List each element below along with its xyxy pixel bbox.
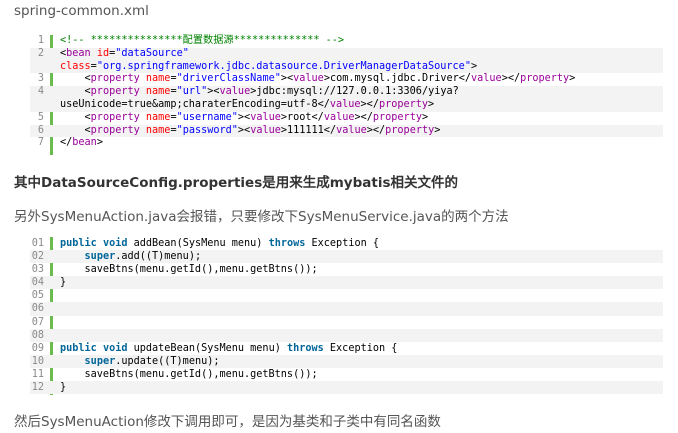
line-number: 01	[31, 238, 44, 249]
line-number: 03	[31, 264, 44, 276]
code-text: public void updateBean(SysMenu menu) thr…	[60, 342, 398, 354]
line-number: 04	[31, 277, 44, 289]
code-text: super.add((T)menu);	[84, 251, 202, 263]
code-text: </bean>	[60, 137, 103, 149]
line-number: 02	[31, 251, 44, 263]
code-text: <bean id="dataSource" class="org.springf…	[60, 47, 478, 72]
code-line: 10 super.update((T)menu);	[30, 354, 663, 368]
line-number: 08	[31, 329, 44, 341]
line-number: 07	[31, 316, 44, 328]
code-text: <property name="password"><value>111111<…	[60, 124, 441, 136]
code-text: saveBtns(menu.getId(),menu.getBtns());	[60, 368, 318, 380]
java-code-block: 01 public void addBean(SysMenu menu) thro…	[30, 237, 663, 395]
xml-code-block: 1 <!-- ***************配置数据源**************…	[30, 35, 663, 155]
code-line: 09 public void updateBean(SysMenu menu) t…	[30, 342, 663, 355]
line-number: 06	[31, 303, 44, 315]
code-line: 5 <property name="username"><value>root<…	[30, 112, 663, 125]
code-line: 08	[30, 328, 663, 342]
code-text: <property name="username"><value>root</v…	[60, 111, 429, 123]
description-paragraph: 另外SysMenuAction.java会报错，只要修改下SysMenuServ…	[14, 209, 509, 225]
code-line: 12}	[30, 381, 663, 395]
code-text: }	[60, 382, 67, 394]
line-number: 11	[31, 368, 44, 380]
code-text: }	[60, 277, 67, 289]
line-number: 3	[37, 73, 44, 85]
code-line: 05	[30, 289, 663, 302]
line-number: 7	[37, 137, 44, 149]
code-text: <property name="driverClassName"><value>…	[60, 73, 576, 85]
code-line: 06	[30, 302, 663, 316]
code-text: <!-- ***************配置数据源************** …	[60, 35, 345, 46]
code-line: 07	[30, 316, 663, 329]
code-line: 11 saveBtns(menu.getId(),menu.getBtns())…	[30, 368, 663, 381]
line-number: 09	[31, 342, 44, 354]
file-name-heading: spring-common.xml	[14, 3, 149, 19]
line-number: 12	[31, 382, 44, 394]
bold-paragraph: 其中DataSourceConfig.properties是用来生成mybati…	[14, 175, 458, 191]
code-text: <property name="url"><value>jdbc:mysql:/…	[60, 86, 459, 110]
code-line: 2 <bean id="dataSource" class="org.spring…	[30, 47, 663, 74]
code-line: 3 <property name="driverClassName"><valu…	[30, 73, 663, 86]
code-line: 04}	[30, 276, 663, 290]
code-line: 02 super.add((T)menu);	[30, 250, 663, 264]
code-line: 03 saveBtns(menu.getId(),menu.getBtns())…	[30, 263, 663, 276]
code-line: 4 <property name="url"><value>jdbc:mysql…	[30, 86, 663, 112]
line-number: 1	[37, 35, 44, 46]
line-number: 4	[37, 86, 44, 98]
line-number: 6	[37, 124, 44, 136]
code-text: public void addBean(SysMenu menu) throws…	[60, 238, 379, 249]
code-line: 6 <property name="password"><value>11111…	[30, 124, 663, 138]
closing-paragraph: 然后SysMenuAction修改下调用即可，是因为基类和子类中有同名函数	[14, 414, 441, 430]
code-text: super.update((T)menu);	[84, 355, 220, 367]
code-line: 01 public void addBean(SysMenu menu) thro…	[30, 237, 663, 250]
code-line: 1 <!-- ***************配置数据源**************…	[30, 35, 663, 48]
code-text: saveBtns(menu.getId(),menu.getBtns());	[60, 264, 318, 276]
line-number: 2	[37, 47, 44, 59]
line-number: 5	[37, 111, 44, 123]
line-number: 10	[31, 355, 44, 367]
code-line: 7 </bean>	[30, 137, 663, 150]
line-number: 05	[31, 290, 44, 302]
